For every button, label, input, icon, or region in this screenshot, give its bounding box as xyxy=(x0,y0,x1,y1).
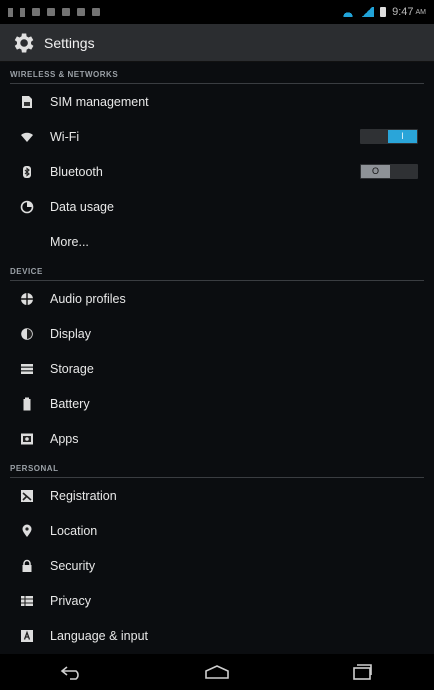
cell-signal-icon xyxy=(360,7,375,17)
toggle-knob: I xyxy=(388,130,417,143)
notification-icon xyxy=(77,8,85,16)
clock-time: 9:47 xyxy=(392,6,414,18)
battery-icon xyxy=(20,397,34,411)
toggle-state-label: I xyxy=(401,131,404,141)
registration-icon xyxy=(20,489,34,503)
clock-ampm: AM xyxy=(415,8,427,16)
settings-item-battery[interactable]: Battery xyxy=(0,386,434,421)
wifi-signal-icon xyxy=(342,7,355,17)
action-bar: Settings xyxy=(0,24,434,62)
back-button[interactable] xyxy=(52,661,92,683)
language-icon xyxy=(20,629,34,643)
display-icon xyxy=(20,327,34,341)
section-header-device: DEVICE xyxy=(10,259,424,281)
settings-item-language[interactable]: Language & input xyxy=(0,618,434,653)
settings-item-label: Storage xyxy=(50,361,94,376)
recent-apps-icon xyxy=(352,664,372,680)
settings-item-security[interactable]: Security xyxy=(0,548,434,583)
settings-item-label: Audio profiles xyxy=(50,291,126,306)
battery-status-icon xyxy=(380,7,387,17)
settings-item-label: Location xyxy=(50,523,98,538)
settings-item-bluetooth[interactable]: Bluetooth O xyxy=(0,154,434,189)
settings-item-wifi[interactable]: Wi-Fi I xyxy=(0,119,434,154)
settings-item-apps[interactable]: Apps xyxy=(0,421,434,456)
location-pin-icon xyxy=(20,524,34,538)
settings-item-audio-profiles[interactable]: Audio profiles xyxy=(0,281,434,316)
settings-item-display[interactable]: Display xyxy=(0,316,434,351)
settings-item-label: Apps xyxy=(50,431,79,446)
settings-item-label: Data usage xyxy=(50,199,114,214)
page-title: Settings xyxy=(44,34,95,51)
settings-item-label: Language & input xyxy=(50,628,149,643)
home-icon xyxy=(205,665,229,679)
settings-item-registration[interactable]: Registration xyxy=(0,478,434,513)
settings-item-label: Privacy xyxy=(50,593,91,608)
wifi-toggle[interactable]: I xyxy=(360,129,418,144)
status-bar: 9:47 AM xyxy=(0,0,434,24)
toggle-state-label: O xyxy=(371,166,379,176)
settings-item-location[interactable]: Location xyxy=(0,513,434,548)
settings-item-label: SIM management xyxy=(50,94,149,109)
section-header-personal: PERSONAL xyxy=(10,456,424,478)
recent-apps-button[interactable] xyxy=(342,661,382,683)
bluetooth-toggle[interactable]: O xyxy=(360,164,418,179)
settings-item-more[interactable]: More... xyxy=(0,224,434,259)
notification-icon xyxy=(92,8,100,16)
settings-item-label: More... xyxy=(50,234,89,249)
home-button[interactable] xyxy=(197,661,237,683)
notification-icon xyxy=(47,8,55,16)
settings-gear-icon[interactable] xyxy=(10,30,36,56)
settings-item-label: Registration xyxy=(50,488,117,503)
status-indicators: 9:47 AM xyxy=(342,6,426,18)
wifi-icon xyxy=(20,130,34,144)
toggle-knob: O xyxy=(361,165,390,178)
lock-icon xyxy=(20,559,34,573)
apps-icon xyxy=(20,432,34,446)
settings-item-label: Security xyxy=(50,558,96,573)
back-arrow-icon xyxy=(61,666,80,680)
settings-item-label: Bluetooth xyxy=(50,164,103,179)
bluetooth-icon xyxy=(20,165,34,179)
notification-icon xyxy=(20,7,25,17)
notification-icon xyxy=(62,8,70,16)
notification-icons xyxy=(8,7,100,17)
settings-item-label: Wi-Fi xyxy=(50,129,80,144)
settings-item-privacy[interactable]: Privacy xyxy=(0,583,434,618)
notification-icon xyxy=(8,7,13,17)
navigation-bar xyxy=(0,654,434,690)
section-header-wireless: WIRELESS & NETWORKS xyxy=(10,62,424,84)
settings-item-sim[interactable]: SIM management xyxy=(0,84,434,119)
settings-item-storage[interactable]: Storage xyxy=(0,351,434,386)
settings-item-label: Display xyxy=(50,326,91,341)
storage-icon xyxy=(20,362,34,376)
settings-item-data-usage[interactable]: Data usage xyxy=(0,189,434,224)
sim-card-icon xyxy=(20,95,34,109)
privacy-icon xyxy=(20,594,34,608)
settings-item-label: Battery xyxy=(50,396,90,411)
audio-profiles-icon xyxy=(20,292,34,306)
notification-icon xyxy=(32,8,40,16)
data-usage-icon xyxy=(20,200,34,214)
